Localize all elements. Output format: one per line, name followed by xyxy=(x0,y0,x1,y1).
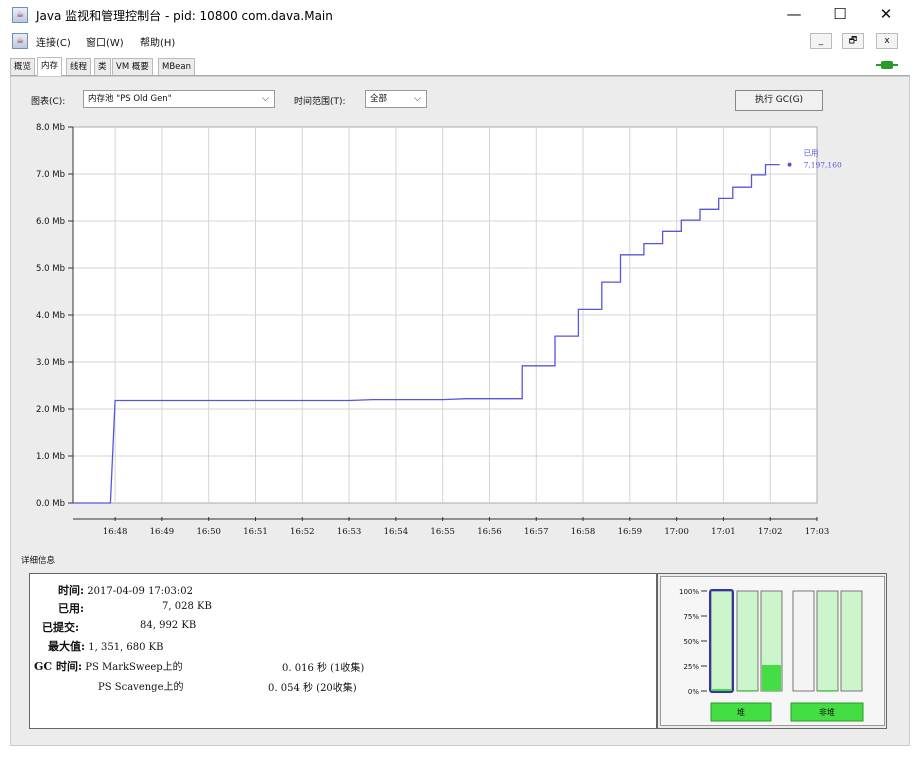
x-tick-label: 16:53 xyxy=(337,527,362,537)
window-title: Java 监视和管理控制台 - pid: 10800 com.dava.Main xyxy=(36,9,333,23)
memory-pool-bar xyxy=(710,590,733,692)
y-tick-label: 4.0 Mb xyxy=(36,311,65,321)
x-tick-label: 17:02 xyxy=(758,527,783,537)
x-tick-label: 16:56 xyxy=(477,527,502,537)
memory-panel: 图表(C): 内存池 "PS Old Gen" ⌵ 时间范围(T): 全部 ⌵ … xyxy=(10,76,910,746)
x-tick-label: 16:54 xyxy=(384,527,409,537)
memory-pool-bar xyxy=(792,590,815,692)
y-tick-label: 3.0 Mb xyxy=(36,358,65,368)
detail-time-row: 时间: 2017-04-09 17:03:02 xyxy=(58,582,193,598)
frame-minimize-button[interactable]: _ xyxy=(810,33,832,49)
tab-threads[interactable]: 线程 xyxy=(66,58,92,75)
memory-pool-bar xyxy=(840,590,863,692)
y-tick-label: 0.0 Mb xyxy=(36,499,65,509)
x-tick-label: 16:48 xyxy=(103,527,128,537)
x-tick-label: 16:59 xyxy=(618,527,643,537)
bar-y-tick-label: 50% xyxy=(683,638,699,646)
detail-time-key: 时间: xyxy=(58,584,85,597)
y-tick-label: 1.0 Mb xyxy=(36,452,65,462)
y-tick-label: 8.0 Mb xyxy=(36,123,65,133)
tab-bar: 概览 内存 线程 类 VM 概要 MBean xyxy=(10,57,910,76)
bar-y-tick-label: 0% xyxy=(688,688,699,696)
menu-connection[interactable]: 连接(C) xyxy=(36,34,71,49)
y-tick-label: 6.0 Mb xyxy=(36,217,65,227)
detail-committed-value: 84, 992 KB xyxy=(140,620,197,631)
x-tick-label: 17:03 xyxy=(805,527,830,537)
y-tick-label: 5.0 Mb xyxy=(36,264,65,274)
memory-pool-used-fill xyxy=(762,665,781,691)
menu-help[interactable]: 帮助(H) xyxy=(140,34,175,49)
tab-memory[interactable]: 内存 xyxy=(37,57,63,76)
detail-used-row: 已用: xyxy=(58,600,84,616)
connection-plug-icon xyxy=(876,61,898,69)
x-tick-label: 17:00 xyxy=(664,527,689,537)
frame-restore-button[interactable]: 🗗 xyxy=(842,33,864,49)
jconsole-window: ☕ Java 监视和管理控制台 - pid: 10800 com.dava.Ma… xyxy=(0,0,918,762)
gc-collector-time: 0. 054 秒 (20收集) xyxy=(268,683,357,694)
x-tick-label: 16:58 xyxy=(571,527,596,537)
x-tick-label: 17:01 xyxy=(711,527,736,537)
menu-bar: ☕ 连接(C) 窗口(W) 帮助(H) xyxy=(0,30,918,52)
bar-y-tick-label: 100% xyxy=(679,588,699,596)
legend-marker xyxy=(787,162,792,167)
internal-frame-icon[interactable]: ☕ xyxy=(12,33,28,49)
minimize-button[interactable]: — xyxy=(772,2,816,28)
x-tick-label: 16:50 xyxy=(196,527,221,537)
x-tick-label: 16:49 xyxy=(150,527,175,537)
gc-collector-time: 0. 016 秒 (1收集) xyxy=(282,663,365,674)
details-label: 详细信息 xyxy=(21,556,56,566)
gc-collector-name: PS MarkSweep上的 xyxy=(85,662,183,673)
memory-pool-bar-chart: 100% 75% 50% 25% 0% 堆 非堆 xyxy=(679,588,864,722)
tab-mbean[interactable]: MBean xyxy=(158,58,195,75)
bar-y-tick-label: 75% xyxy=(683,613,699,621)
frame-close-button[interactable]: x xyxy=(876,33,898,49)
nonheap-label: 非堆 xyxy=(819,707,835,717)
x-tick-label: 16:52 xyxy=(290,527,315,537)
bar-y-tick-label: 25% xyxy=(683,663,699,671)
memory-pool-bar xyxy=(736,590,759,692)
detail-max-row: 最大值: 1, 351, 680 KB xyxy=(48,638,164,654)
maximize-button[interactable]: ☐ xyxy=(818,2,862,28)
memory-pool-used-fill xyxy=(712,689,731,691)
memory-pool-bar xyxy=(816,590,839,692)
heap-label: 堆 xyxy=(737,707,745,717)
tab-vm-summary[interactable]: VM 概要 xyxy=(112,58,153,75)
detail-gc-key: GC 时间: xyxy=(34,660,83,673)
x-tick-label: 16:51 xyxy=(243,527,268,537)
detail-time-value: 2017-04-09 17:03:02 xyxy=(87,586,193,597)
memory-usage-chart: 0.0 Mb 1.0 Mb 2.0 Mb 3.0 Mb 4.0 Mb 5.0 Mb 6.0 … xyxy=(36,123,842,537)
y-tick-label: 7.0 Mb xyxy=(36,170,65,180)
detail-used-value: 7, 028 KB xyxy=(162,601,212,612)
memory-pool-bars-frame: 100% 75% 50% 25% 0% 堆 非堆 xyxy=(660,576,885,726)
detail-gc-row: GC 时间: PS MarkSweep上的 xyxy=(34,658,183,674)
close-button[interactable]: ✕ xyxy=(864,2,908,28)
title-bar: ☕ Java 监视和管理控制台 - pid: 10800 com.dava.Ma… xyxy=(0,0,918,30)
tab-classes[interactable]: 类 xyxy=(94,58,111,75)
x-tick-label: 16:55 xyxy=(430,527,455,537)
memory-pool-bars-panel: 100% 75% 50% 25% 0% 堆 非堆 xyxy=(657,573,887,729)
y-tick-label: 2.0 Mb xyxy=(36,405,65,415)
memory-pool-used-fill xyxy=(818,690,837,691)
gc-collector-name: PS Scavenge上的 xyxy=(98,682,184,693)
java-app-icon: ☕ xyxy=(12,7,28,23)
detail-committed-key: 已提交: xyxy=(42,621,80,634)
detail-max-value: 1, 351, 680 KB xyxy=(88,642,164,653)
legend-series-name: 已用 xyxy=(804,149,819,158)
details-panel: 时间: 2017-04-09 17:03:02 已用: 7, 028 KB 已提… xyxy=(29,573,657,729)
detail-used-key: 已用: xyxy=(58,602,85,615)
menu-window[interactable]: 窗口(W) xyxy=(86,34,124,49)
detail-max-key: 最大值: xyxy=(48,640,86,653)
detail-committed-key-row: 已提交: xyxy=(42,619,79,635)
memory-pool-used-fill xyxy=(738,690,757,691)
legend-series-value: 7,197,160 xyxy=(804,161,842,170)
tab-overview[interactable]: 概览 xyxy=(10,58,36,75)
x-tick-label: 16:57 xyxy=(524,527,549,537)
